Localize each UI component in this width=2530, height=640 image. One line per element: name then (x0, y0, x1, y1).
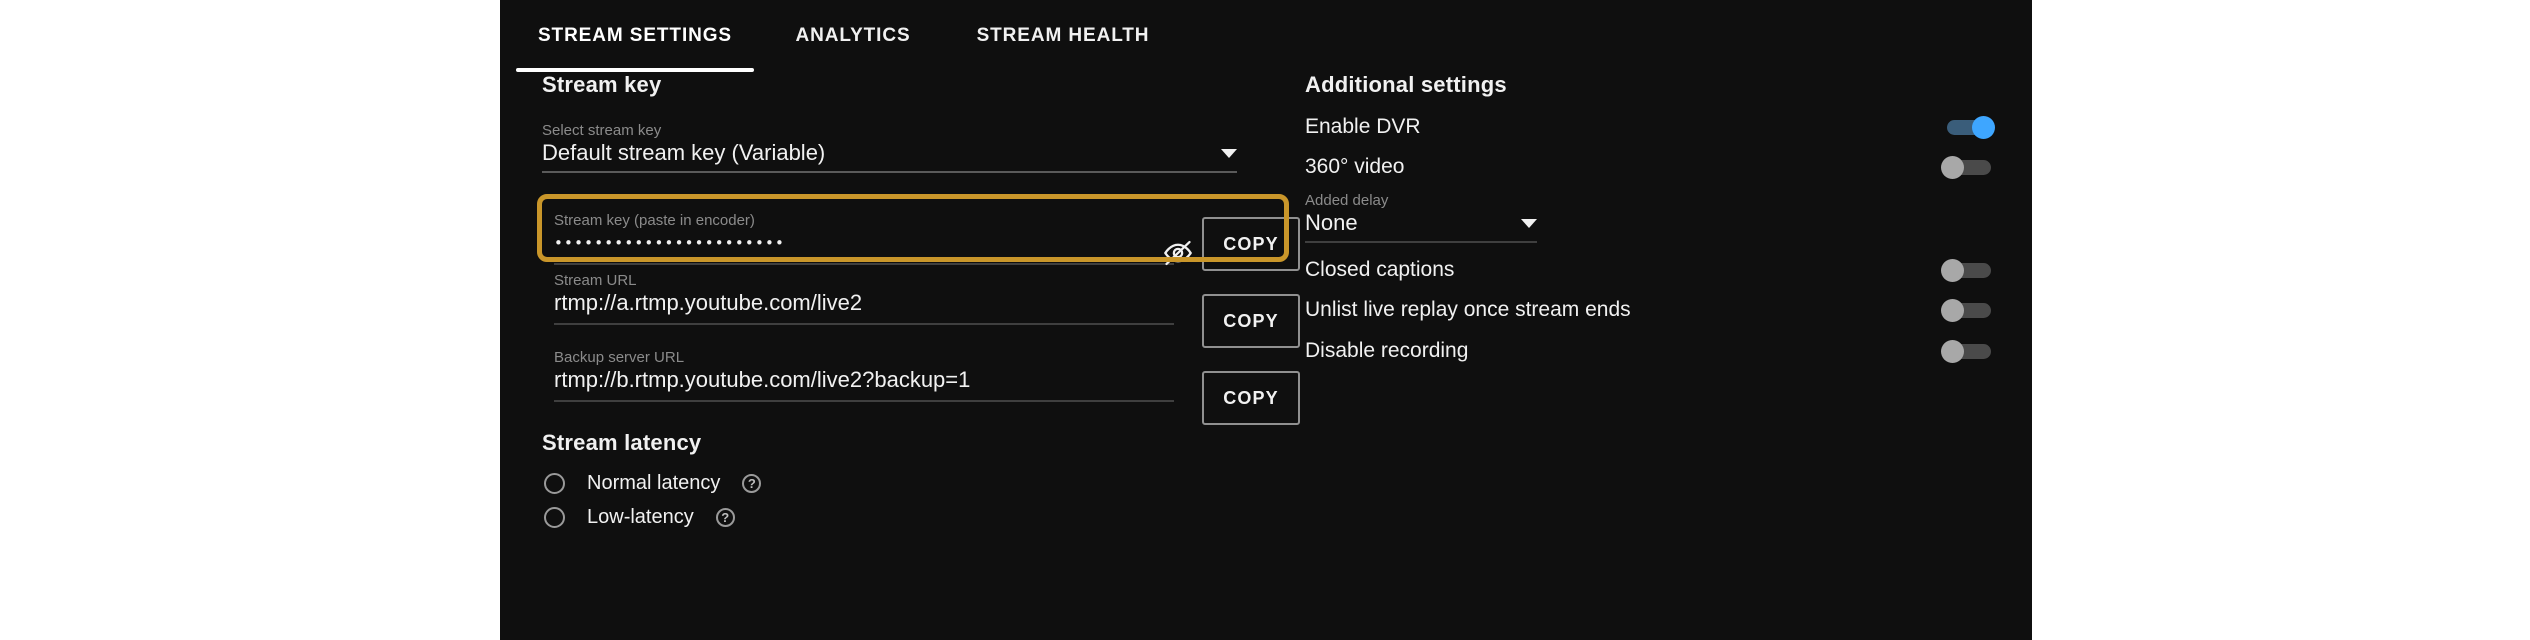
copy-backup-url-label: COPY (1223, 388, 1278, 409)
closed-captions-toggle-knob (1941, 259, 1964, 282)
stream-key-underline (554, 263, 1174, 265)
stream-key-heading: Stream key (542, 72, 661, 98)
closed-captions-label: Closed captions (1305, 258, 1454, 282)
backup-server-url-label: Backup server URL (554, 349, 1174, 366)
added-delay-field[interactable]: Added delay None (1305, 192, 1537, 243)
radio-low-latency-label: Low-latency (587, 506, 694, 529)
backup-server-url-field[interactable]: Backup server URL rtmp://b.rtmp.youtube.… (554, 349, 1174, 402)
radio-low-latency[interactable]: Low-latency ? (544, 506, 735, 529)
tab-stream-health[interactable]: STREAM HEALTH (948, 0, 1178, 72)
select-stream-key-underline (542, 171, 1237, 173)
tab-analytics-label: ANALYTICS (795, 25, 910, 47)
enable-dvr-label: Enable DVR (1305, 115, 1421, 139)
stream-key-value: ••••••••••••••••••••••• (554, 229, 1174, 257)
360-video-toggle-knob (1941, 156, 1964, 179)
select-stream-key-label: Select stream key (542, 122, 1237, 139)
360-video-toggle[interactable] (1941, 156, 1995, 178)
tab-stream-settings-label: STREAM SETTINGS (538, 25, 732, 47)
copy-backup-server-url-button[interactable]: COPY (1202, 371, 1300, 425)
screenshot-root: STREAM SETTINGS ANALYTICS STREAM HEALTH … (0, 0, 2530, 640)
stream-url-value: rtmp://a.rtmp.youtube.com/live2 (554, 289, 1174, 317)
copy-stream-key-label: COPY (1223, 234, 1278, 255)
disable-recording-toggle[interactable] (1941, 340, 1995, 362)
360-video-label: 360° video (1305, 155, 1404, 179)
tab-stream-settings[interactable]: STREAM SETTINGS (516, 0, 754, 72)
radio-normal-latency-label: Normal latency (587, 472, 720, 495)
added-delay-chevron-down-icon[interactable] (1521, 219, 1537, 228)
stream-key-field[interactable]: Stream key (paste in encoder) ••••••••••… (554, 212, 1174, 265)
copy-stream-key-button[interactable]: COPY (1202, 217, 1300, 271)
closed-captions-toggle[interactable] (1941, 259, 1995, 281)
help-icon-normal-latency[interactable]: ? (742, 474, 761, 493)
select-stream-key-value: Default stream key (Variable) (542, 139, 825, 167)
stream-latency-heading: Stream latency (542, 430, 701, 456)
copy-stream-url-button[interactable]: COPY (1202, 294, 1300, 348)
stream-url-field[interactable]: Stream URL rtmp://a.rtmp.youtube.com/liv… (554, 272, 1174, 325)
backup-server-url-value: rtmp://b.rtmp.youtube.com/live2?backup=1 (554, 366, 1174, 394)
disable-recording-toggle-knob (1941, 340, 1964, 363)
added-delay-value: None (1305, 209, 1358, 237)
setting-row-enable-dvr[interactable]: Enable DVR (1305, 112, 1995, 142)
setting-row-closed-captions[interactable]: Closed captions (1305, 255, 1995, 285)
tab-bar: STREAM SETTINGS ANALYTICS STREAM HEALTH (500, 0, 2032, 72)
setting-row-360-video[interactable]: 360° video (1305, 152, 1995, 182)
radio-normal-latency-circle[interactable] (544, 473, 565, 494)
unlist-live-replay-toggle-knob (1941, 299, 1964, 322)
stream-url-underline (554, 323, 1174, 325)
enable-dvr-toggle[interactable] (1941, 116, 1995, 138)
copy-stream-url-label: COPY (1223, 311, 1278, 332)
setting-row-unlist-live-replay[interactable]: Unlist live replay once stream ends (1305, 295, 1995, 325)
added-delay-underline (1305, 241, 1537, 243)
unlist-live-replay-label: Unlist live replay once stream ends (1305, 298, 1631, 322)
stream-url-label: Stream URL (554, 272, 1174, 289)
unlist-live-replay-toggle[interactable] (1941, 299, 1995, 321)
backup-server-url-underline (554, 400, 1174, 402)
eye-off-icon[interactable] (1162, 237, 1194, 274)
select-stream-key-field[interactable]: Select stream key Default stream key (Va… (542, 122, 1237, 173)
added-delay-label: Added delay (1305, 192, 1537, 209)
tab-stream-health-label: STREAM HEALTH (977, 25, 1150, 47)
stream-settings-panel: STREAM SETTINGS ANALYTICS STREAM HEALTH … (500, 0, 2032, 640)
disable-recording-label: Disable recording (1305, 339, 1468, 363)
additional-settings-heading: Additional settings (1305, 72, 1507, 98)
tab-analytics[interactable]: ANALYTICS (768, 0, 938, 72)
stream-key-label: Stream key (paste in encoder) (554, 212, 1174, 229)
enable-dvr-toggle-knob (1972, 116, 1995, 139)
radio-low-latency-circle[interactable] (544, 507, 565, 528)
chevron-down-icon[interactable] (1221, 149, 1237, 158)
setting-row-disable-recording[interactable]: Disable recording (1305, 336, 1995, 366)
radio-normal-latency[interactable]: Normal latency ? (544, 472, 761, 495)
help-icon-low-latency[interactable]: ? (716, 508, 735, 527)
